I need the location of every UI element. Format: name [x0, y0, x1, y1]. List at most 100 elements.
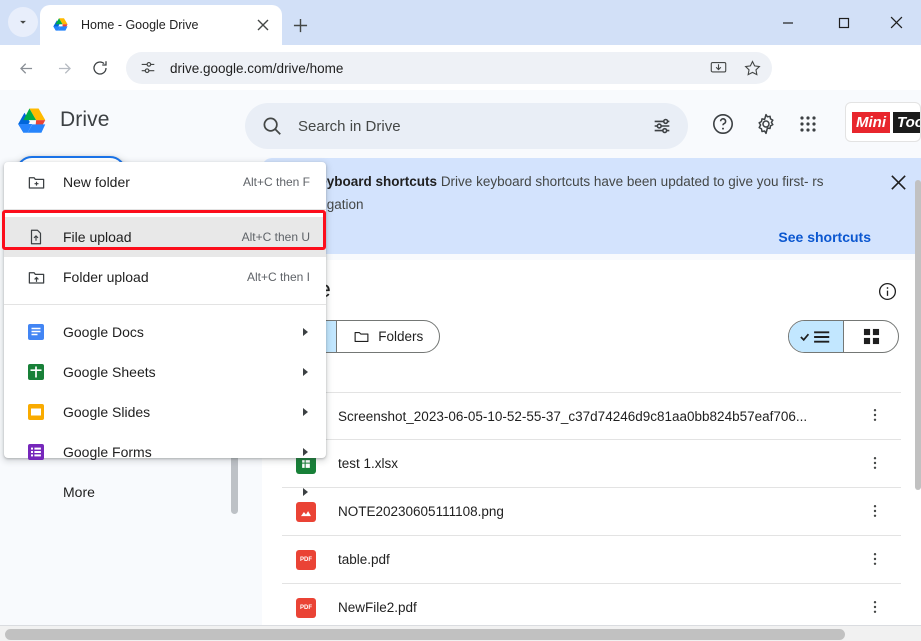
address-bar[interactable]: drive.google.com/drive/home	[126, 52, 772, 84]
grid-view-icon[interactable]	[844, 321, 898, 352]
watermark-part2: Tool	[893, 111, 920, 133]
chip-label: Folders	[378, 329, 424, 344]
menu-item-google-forms[interactable]: Google Forms	[4, 432, 326, 472]
browser-toolbar: drive.google.com/drive/home	[0, 45, 921, 123]
url-text: drive.google.com/drive/home	[170, 60, 344, 76]
row-menu-icon[interactable]	[867, 407, 885, 425]
drive-content-panel: ome les Folders	[262, 260, 921, 631]
chevron-right-icon	[303, 368, 308, 376]
menu-item-google-sheets[interactable]: Google Sheets	[4, 352, 326, 392]
google-slides-icon	[26, 402, 46, 422]
menu-item-label: Google Sheets	[63, 364, 156, 380]
maximize-button[interactable]	[819, 0, 869, 45]
drive-brand-label: Drive	[60, 108, 110, 131]
chevron-right-icon	[303, 408, 308, 416]
google-forms-icon	[26, 442, 46, 462]
site-settings-icon[interactable]	[139, 59, 157, 77]
menu-item-folder-upload[interactable]: Folder upload Alt+C then I	[4, 257, 326, 297]
menu-item-shortcut: Alt+C then F	[242, 175, 310, 189]
table-row[interactable]: PDF NewFile2.pdf	[282, 584, 901, 631]
menu-item-new-folder[interactable]: New folder Alt+C then F	[4, 162, 326, 202]
row-menu-icon[interactable]	[867, 455, 885, 473]
pdf-file-icon: PDF	[296, 597, 316, 618]
install-app-icon[interactable]	[708, 58, 728, 78]
browser-tab[interactable]: Home - Google Drive	[40, 5, 282, 45]
banner-close-icon[interactable]	[889, 173, 909, 193]
drive-header: Drive Search in Drive Mini To	[0, 90, 921, 152]
menu-item-label: Google Forms	[63, 444, 152, 460]
page-scrollbar[interactable]	[915, 180, 921, 490]
file-name: test 1.xlsx	[338, 456, 399, 471]
back-icon[interactable]	[14, 56, 38, 80]
file-name: Screenshot_2023-06-05-10-52-55-37_c37d74…	[338, 408, 808, 424]
row-menu-icon[interactable]	[867, 503, 885, 521]
reload-icon[interactable]	[88, 56, 112, 80]
search-icon	[261, 115, 283, 137]
minimize-button[interactable]	[763, 0, 813, 45]
folder-icon	[353, 328, 370, 345]
menu-item-label: More	[63, 484, 95, 500]
table-row[interactable]: test 1.xlsx	[282, 440, 901, 488]
new-folder-icon	[26, 172, 46, 192]
new-item-context-menu: New folder Alt+C then F File upload Alt+…	[4, 162, 326, 500]
menu-item-label: Google Docs	[63, 324, 144, 340]
file-upload-icon	[26, 227, 46, 247]
menu-separator	[4, 304, 326, 305]
new-tab-button[interactable]	[287, 12, 313, 38]
close-icon[interactable]	[254, 16, 272, 34]
file-name: NOTE20230605111108.png	[338, 504, 504, 519]
apps-grid-icon[interactable]	[795, 111, 821, 137]
google-docs-icon	[26, 322, 46, 342]
folder-upload-icon	[26, 267, 46, 287]
tab-strip: Home - Google Drive	[0, 0, 921, 45]
spacer-icon	[26, 482, 46, 502]
chevron-right-icon	[303, 328, 308, 336]
list-view-icon[interactable]	[789, 321, 844, 352]
file-list: Screenshot_2023-06-05-10-52-55-37_c37d74…	[262, 392, 921, 631]
pdf-badge-label: PDF	[300, 604, 312, 611]
menu-item-google-slides[interactable]: Google Slides	[4, 392, 326, 432]
menu-item-label: Google Slides	[63, 404, 151, 420]
drive-logo-icon	[16, 106, 52, 137]
menu-item-file-upload[interactable]: File upload Alt+C then U	[4, 217, 326, 257]
browser-window: Home - Google Drive drive.google.com/dri…	[0, 0, 921, 641]
scrollbar-thumb[interactable]	[5, 629, 845, 640]
chevron-right-icon	[303, 448, 308, 456]
file-name: NewFile2.pdf	[338, 600, 417, 615]
table-row[interactable]: PDF table.pdf	[282, 536, 901, 584]
search-options-icon[interactable]	[646, 110, 678, 142]
help-icon[interactable]	[710, 111, 736, 137]
file-name: table.pdf	[338, 552, 390, 567]
row-menu-icon[interactable]	[867, 551, 885, 569]
gear-icon[interactable]	[753, 111, 779, 137]
menu-item-shortcut: Alt+C then I	[246, 270, 310, 284]
banner-body: Drive keyboard shortcuts have been updat…	[440, 174, 809, 189]
view-toggle	[788, 320, 899, 353]
watermark-part1: Mini	[852, 111, 890, 133]
bookmark-star-icon[interactable]	[742, 58, 762, 78]
menu-item-more[interactable]: More	[4, 472, 326, 512]
google-sheets-icon	[26, 362, 46, 382]
menu-item-google-docs[interactable]: Google Docs	[4, 312, 326, 352]
pdf-badge-label: PDF	[300, 556, 312, 563]
pdf-file-icon: PDF	[296, 549, 316, 570]
forward-icon[interactable]	[52, 56, 76, 80]
menu-separator	[4, 209, 326, 210]
horizontal-scrollbar[interactable]	[0, 625, 921, 641]
search-placeholder: Search in Drive	[298, 117, 401, 135]
row-menu-icon[interactable]	[867, 599, 885, 617]
info-icon[interactable]	[877, 281, 899, 303]
table-row[interactable]: NOTE20230605111108.png	[282, 488, 901, 536]
search-input[interactable]: Search in Drive	[245, 103, 688, 149]
window-close-button[interactable]	[871, 0, 921, 45]
chip-folders[interactable]: Folders	[336, 320, 441, 353]
banner-text: ! Keyboard shortcuts Drive keyboard shor…	[302, 170, 852, 216]
banner-title: Keyboard shortcuts	[309, 174, 438, 189]
see-shortcuts-link[interactable]: See shortcuts	[778, 229, 871, 245]
menu-item-shortcut: Alt+C then U	[241, 230, 310, 244]
menu-item-label: New folder	[63, 174, 130, 190]
tab-search-button[interactable]	[8, 7, 38, 37]
table-row[interactable]: Screenshot_2023-06-05-10-52-55-37_c37d74…	[282, 392, 901, 440]
minitool-watermark: Mini Tool	[845, 102, 921, 142]
menu-item-label: File upload	[63, 229, 132, 245]
